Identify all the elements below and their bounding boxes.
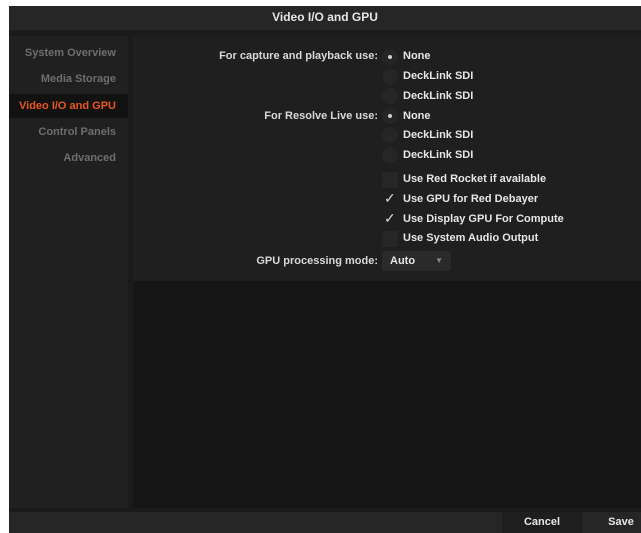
sidebar-item-advanced[interactable]: Advanced	[9, 146, 128, 170]
sidebar-item-media-storage[interactable]: Media Storage	[9, 67, 128, 91]
red-debayer-checkbox[interactable]: ✓	[382, 190, 398, 207]
save-button[interactable]: Save	[596, 512, 641, 533]
gpu-mode-value: Auto	[390, 255, 416, 267]
sidebar: System Overview Media Storage Video I/O …	[9, 36, 128, 508]
resolve-live-radio-none[interactable]	[382, 108, 398, 124]
display-gpu-compute-label: Use Display GPU For Compute	[403, 213, 564, 225]
window-title: Video I/O and GPU	[9, 6, 641, 30]
system-audio-checkbox[interactable]	[382, 231, 398, 247]
resolve-live-label: For Resolve Live use:	[264, 110, 378, 122]
sidebar-item-control-panels[interactable]: Control Panels	[9, 120, 128, 144]
resolve-live-radio-decklink-1[interactable]	[382, 127, 398, 143]
chevron-down-icon: ▼	[435, 256, 443, 265]
settings-panel: For capture and playback use: None DeckL…	[133, 36, 641, 281]
radio-selected-dot	[388, 55, 392, 59]
radio-selected-dot	[388, 114, 392, 118]
capture-radio-decklink-1[interactable]	[382, 69, 398, 85]
sidebar-item-system-overview[interactable]: System Overview	[9, 41, 128, 65]
preferences-window: Video I/O and GPU System Overview Media …	[9, 6, 641, 533]
footer-bar: Cancel Save	[9, 512, 641, 533]
resolve-live-option-label: None	[403, 110, 431, 122]
capture-radio-decklink-2[interactable]	[382, 88, 398, 104]
red-rocket-label: Use Red Rocket if available	[403, 173, 547, 185]
system-audio-label: Use System Audio Output	[403, 232, 539, 244]
resolve-live-option-label: DeckLink SDI	[403, 129, 474, 141]
cancel-button[interactable]: Cancel	[502, 512, 582, 533]
capture-playback-label: For capture and playback use:	[219, 50, 378, 62]
capture-option-label: DeckLink SDI	[403, 90, 474, 102]
gpu-mode-label: GPU processing mode:	[256, 255, 378, 267]
resolve-live-radio-decklink-2[interactable]	[382, 147, 398, 163]
checkmark-icon: ✓	[384, 190, 396, 206]
sidebar-item-video-io-gpu[interactable]: Video I/O and GPU	[9, 94, 128, 118]
display-gpu-compute-checkbox[interactable]: ✓	[382, 210, 398, 227]
resolve-live-option-label: DeckLink SDI	[403, 149, 474, 161]
capture-option-label: DeckLink SDI	[403, 70, 474, 82]
settings-content: For capture and playback use: None DeckL…	[133, 36, 641, 508]
red-rocket-checkbox[interactable]	[382, 172, 398, 188]
gpu-mode-dropdown[interactable]: Auto ▼	[382, 251, 451, 271]
red-debayer-label: Use GPU for Red Debayer	[403, 193, 539, 205]
checkmark-icon: ✓	[384, 210, 396, 226]
capture-option-label: None	[403, 50, 431, 62]
capture-radio-none[interactable]	[382, 49, 398, 65]
